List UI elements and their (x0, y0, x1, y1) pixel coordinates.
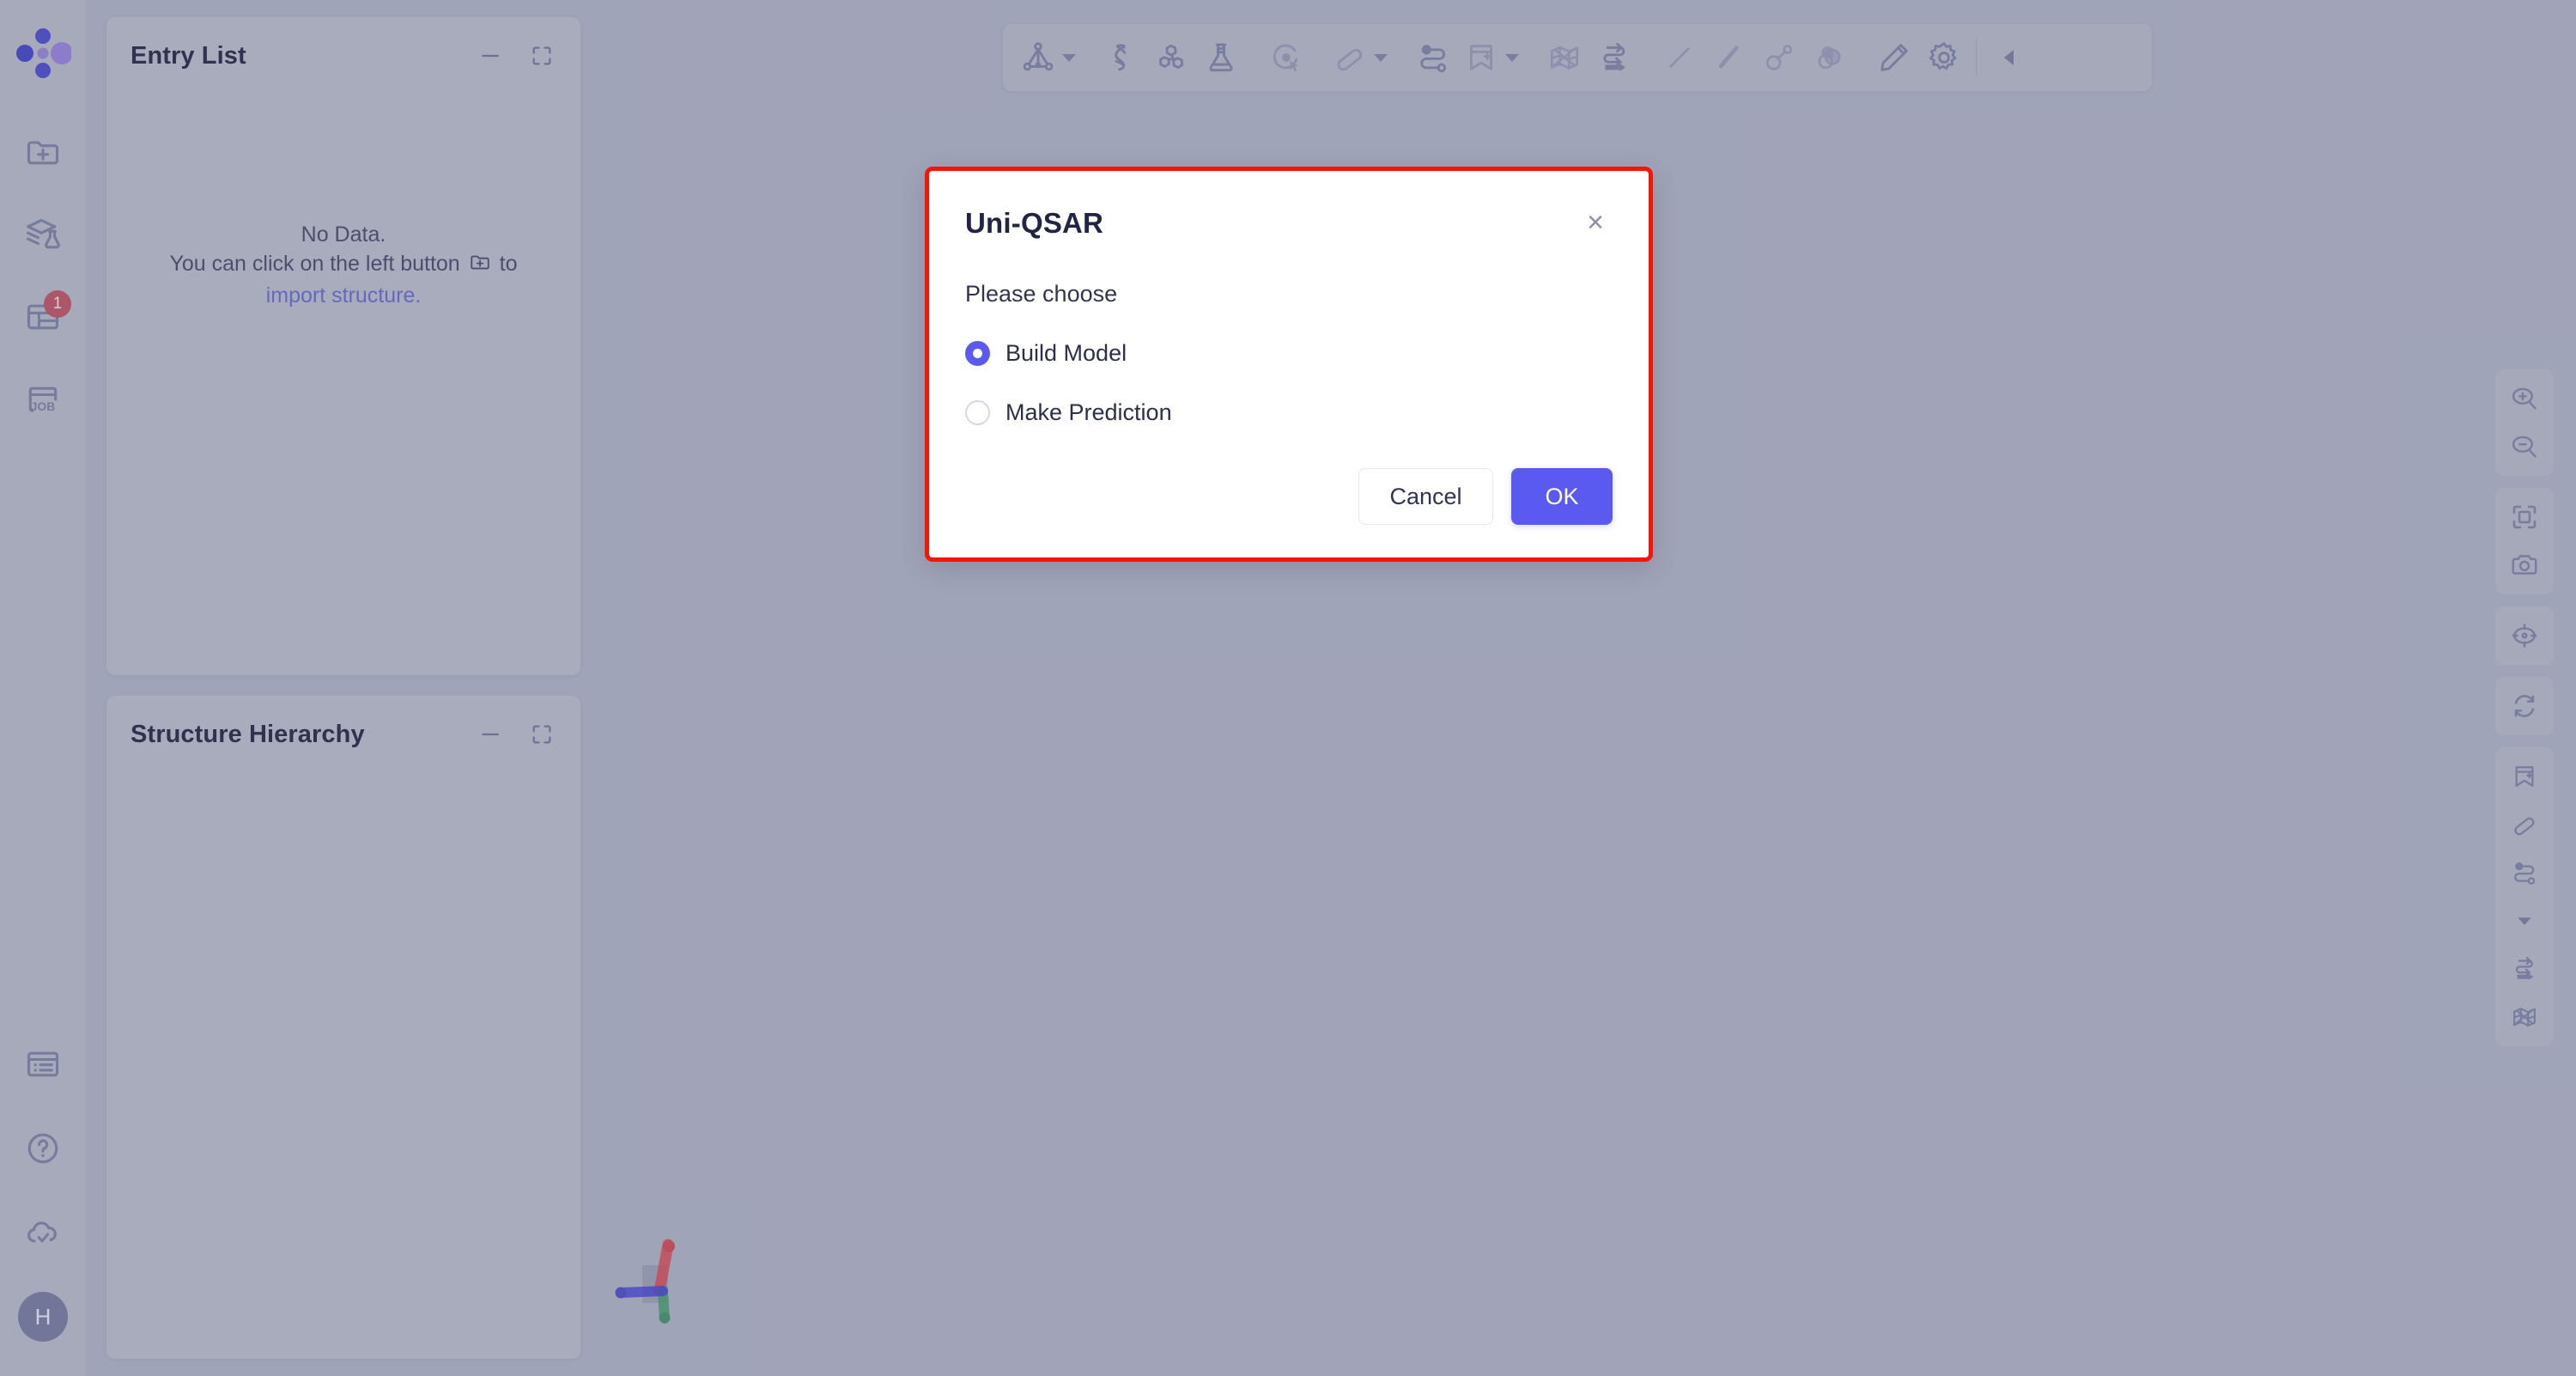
radio-make-prediction-label: Make Prediction (1005, 399, 1172, 425)
radio-make-prediction-indicator[interactable] (965, 400, 990, 425)
close-icon[interactable]: × (1578, 205, 1613, 240)
uni-qsar-dialog: Uni-QSAR × Please choose Build Model Mak… (925, 167, 1653, 562)
dialog-footer: Cancel OK (1358, 468, 1613, 525)
dialog-title: Uni-QSAR (965, 207, 1104, 239)
ok-button[interactable]: OK (1511, 468, 1613, 525)
radio-option-build-model[interactable]: Build Model (965, 340, 1613, 367)
dialog-body: Please choose Build Model Make Predictio… (929, 281, 1649, 426)
dialog-header: Uni-QSAR × (929, 171, 1649, 240)
radio-build-model-indicator[interactable] (965, 341, 990, 366)
dialog-prompt: Please choose (965, 281, 1118, 307)
app-root: 1 JOB H Entry List No Data. You can clic… (0, 0, 2576, 1376)
radio-option-make-prediction[interactable]: Make Prediction (965, 399, 1613, 426)
radio-build-model-label: Build Model (1005, 340, 1127, 366)
cancel-button[interactable]: Cancel (1358, 468, 1493, 525)
